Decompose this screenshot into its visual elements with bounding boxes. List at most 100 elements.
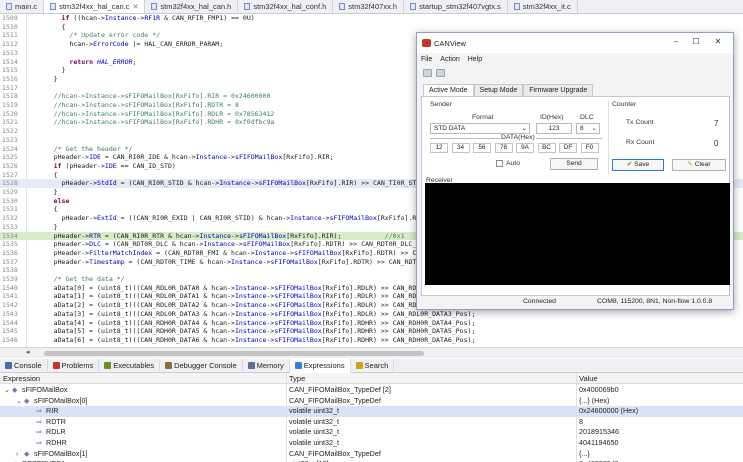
expression-row[interactable]: ⇒ RDHR volatile uint32_t 4041194650 [0,438,743,449]
close-icon[interactable]: ✕ [711,37,725,46]
code-text: pHeader->IDE = CAN_RI0R_IDE & hcan->Inst… [30,153,334,162]
send-button[interactable]: Send [550,158,598,170]
code-line[interactable]: 1510 { [0,23,743,32]
menu-file[interactable]: File [421,56,432,63]
file-icon [151,3,158,10]
code-line[interactable]: 1546 aData[6] = (uint8_t)((CAN_RDH0R_DAT… [0,336,743,345]
tab-firmware-upgrade[interactable]: Firmware Upgrade [523,84,594,96]
canview-window: CANView – ☐ ✕ File Action Help Active Mo… [416,32,734,310]
expression-value[interactable]: 0x24600000 (Hex) [579,406,638,417]
expression-row[interactable]: ⇒ RIR volatile uint32_t 0x24600000 (Hex) [0,406,743,417]
code-line[interactable]: 1543 aData[3] = (uint8_t)((CAN_RDL0R_DAT… [0,310,743,319]
expression-value[interactable]: 8 [579,417,583,428]
code-text: //hcan->Instance->sFIFOMailBox[RxFifo].R… [30,92,271,101]
code-text: aData[5] = (uint8_t)((CAN_RDH0R_DATA5 & … [30,327,476,336]
expression-row[interactable]: ⌄ ◆ sFIFOMailBox[0] CAN_FIFOMailBox_TypeDef… [0,396,743,407]
expression-type: CAN_FIFOMailBox_TypeDef [289,395,381,405]
data-byte-input[interactable]: 56 [473,143,491,153]
code-line[interactable]: 1509 if ((hcan->Instance->RF1R & CAN_RFI… [0,14,743,23]
data-byte-input[interactable]: BC [537,143,556,153]
expression-type: volatile uint32_t [289,438,339,447]
expression-column-header[interactable]: Expression [3,374,40,383]
file-icon [513,3,520,10]
dlc-select[interactable]: 8 ⌄ [576,123,600,134]
clear-button[interactable]: ✎ Clear [672,159,726,171]
save-button[interactable]: ✔ Save [612,159,664,171]
canview-titlebar[interactable]: CANView – ☐ ✕ [417,33,733,53]
format-select-value: STD DATA [434,125,466,132]
code-line[interactable]: 1545 aData[5] = (uint8_t)((CAN_RDH0R_DAT… [0,327,743,336]
receiver-output[interactable] [425,183,730,285]
scrollbar-thumb[interactable] [44,351,424,356]
expression-row[interactable]: ⇒ RDTR volatile uint32_t 8 [0,417,743,428]
editor-tab[interactable]: stm32f407xx.h [333,0,405,13]
editor-tab[interactable]: stm32f4xx_hal_conf.h [238,0,334,13]
menu-help[interactable]: Help [468,56,482,63]
counter-section-label: Counter [612,101,637,108]
scroll-left-icon[interactable]: ◂ [26,348,30,356]
view-tab[interactable]: Executables [99,358,161,373]
expression-row[interactable]: › ◆ sFIFOMailBox[1] CAN_FIFOMailBox_TypeDef… [0,449,743,460]
editor-tab[interactable]: stm32f4xx_hal_can.c ✕ [44,0,146,13]
expression-value[interactable]: {...} (Hex) [579,396,609,407]
expression-name: RDLR [46,427,66,437]
expand-toggle-icon[interactable]: ⌄ [16,396,24,407]
code-text: if (pHeader->IDE == CAN_ID_STD) [53,161,176,170]
tab-setup-mode[interactable]: Setup Mode [473,84,524,96]
id-input[interactable]: 123 [536,123,572,134]
editor-tab[interactable]: startup_stm32f407vgtx.s [404,0,508,13]
data-byte-input[interactable]: 78 [494,143,513,153]
expression-value[interactable]: {...} [579,449,590,460]
line-number: 1516 [2,74,18,83]
value-column-header[interactable]: Value [579,374,598,383]
expression-value[interactable]: 0x400069b0 [579,385,619,396]
tab-active-mode[interactable]: Active Mode [423,84,474,96]
expression-row[interactable]: ⌄ ◆ sFIFOMailBox CAN_FIFOMailBox_TypeDef [2… [0,385,743,396]
settings-icon[interactable] [436,69,445,77]
view-tab[interactable]: Console [0,358,48,373]
view-tab[interactable]: Search [351,358,395,373]
expand-toggle-icon[interactable]: ⌄ [4,385,12,396]
expression-name: RDHR [46,438,67,447]
view-tab[interactable]: Problems [48,358,100,373]
minimize-icon[interactable]: – [669,37,683,46]
editor-tab-label: startup_stm32f407vgtx.s [419,2,501,11]
view-tab[interactable]: Memory [243,358,290,373]
editor-horizontal-scrollbar[interactable]: ◂ [0,347,743,358]
data-byte-input[interactable]: 34 [451,143,470,153]
close-tab-icon[interactable]: ✕ [133,3,139,11]
data-byte-input[interactable]: 12 [430,143,448,153]
editor-tab[interactable]: main.c [0,0,45,13]
data-byte-input[interactable]: F0 [580,143,599,153]
menu-action[interactable]: Action [440,56,459,63]
expand-toggle-icon[interactable]: › [16,449,24,460]
type-column-header[interactable]: Type [289,374,305,383]
line-number: 1526 [2,161,18,170]
view-tab[interactable]: Expressions [289,358,351,373]
line-number: 1519 [2,101,18,109]
editor-tab-label: stm32f4xx_hal_can.c [59,2,130,11]
editor-tab[interactable]: stm32f4xx_it.c [508,0,578,13]
line-number: 1534 [2,231,18,240]
code-line[interactable]: 1544 aData[4] = (uint8_t)((CAN_RDH0R_DAT… [0,319,743,328]
code-text: pHeader->RTR = (CAN_RI0R_RTR & hcan->Ins… [30,231,405,240]
auto-checkbox[interactable] [496,160,503,167]
maximize-icon[interactable]: ☐ [689,37,703,46]
code-text: pHeader->DLC = (CAN_RDT0R_DLC & hcan->In… [30,240,433,249]
editor-tab-label: stm32f4xx_hal_conf.h [253,2,327,11]
editor-tab[interactable]: stm32f4xx_hal_can.h [145,0,239,13]
view-tab-label: Search [364,361,389,370]
view-tab[interactable]: Debugger Console [160,358,243,373]
expression-value[interactable]: 2018915346 [579,427,619,438]
line-number: 1532 [2,214,18,223]
expression-value[interactable]: 4041194650 [579,438,618,449]
data-byte-input[interactable]: DF [559,143,577,153]
data-byte-input[interactable]: 9A [516,143,534,153]
dlc-select-value: 8 [580,125,584,132]
data-label: DATA(Hex) [500,134,536,141]
file-icon [339,3,346,10]
connect-icon[interactable] [423,69,432,77]
format-select[interactable]: STD DATA ⌄ [430,123,530,134]
expression-row[interactable]: ⇒ RDLR volatile uint32_t 2018915346 [0,427,743,438]
sender-section-label: Sender [430,101,452,108]
